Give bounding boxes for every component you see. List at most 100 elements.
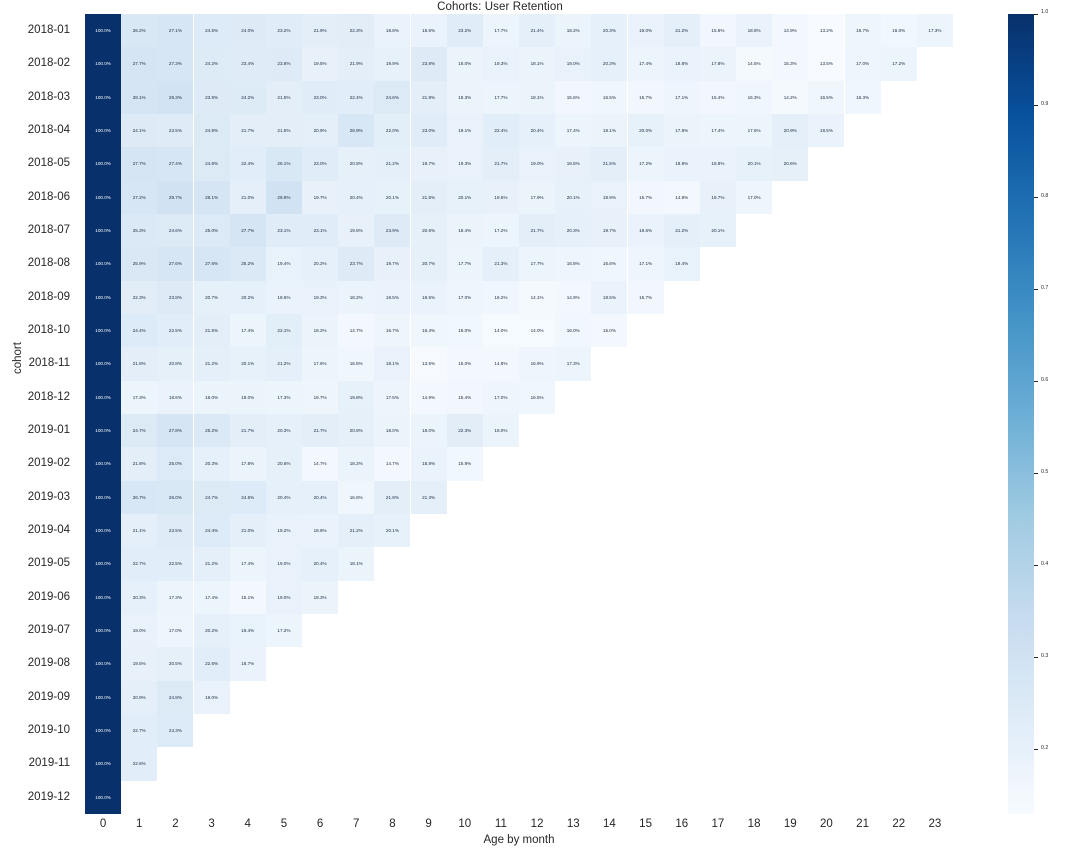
heatmap-cell: 19.3% (302, 280, 339, 314)
heatmap-cell: 17.7% (446, 247, 483, 281)
heatmap-cell: 15.4% (446, 380, 483, 414)
heatmap-cell: 19.9% (374, 47, 411, 81)
heatmap-cell (808, 414, 845, 448)
heatmap-cell (591, 447, 628, 481)
y-tick-label: 2018-08 (27, 257, 70, 270)
heatmap-cell: 17.8% (229, 447, 266, 481)
y-tick-label: 2019-08 (27, 657, 70, 670)
heatmap-cell: 17.6% (302, 347, 339, 381)
y-tick-label: 2018-12 (27, 390, 70, 403)
heatmap-cell: 18.6% (157, 380, 194, 414)
heatmap-cell: 19.0% (519, 147, 556, 181)
heatmap-cell: 22.6% (193, 647, 230, 681)
heatmap-cell: 22.1% (265, 314, 302, 348)
heatmap-cell (627, 314, 664, 348)
heatmap-cell: 21.7% (302, 414, 339, 448)
heatmap-cell: 17.4% (555, 114, 592, 148)
heatmap-cell (555, 547, 592, 581)
heatmap-cell: 20.7% (410, 247, 447, 281)
heatmap-cell: 22.6% (121, 747, 158, 781)
heatmap-cell (844, 114, 881, 148)
heatmap-cell: 23.7% (338, 247, 375, 281)
heatmap-cell (880, 314, 917, 348)
heatmap-cell (374, 580, 411, 614)
heatmap-cell (410, 780, 447, 814)
x-tick-label: 23 (928, 818, 942, 830)
heatmap-cell (193, 747, 230, 781)
heatmap-cell: 25.9% (121, 247, 158, 281)
heatmap-cell: 21.2% (193, 347, 230, 381)
heatmap-cell: 21.2% (193, 547, 230, 581)
heatmap-cell (627, 347, 664, 381)
y-tick-label: 2019-05 (27, 557, 70, 570)
heatmap-cell (519, 780, 556, 814)
heatmap-cell: 19.4% (663, 247, 700, 281)
heatmap-cell: 16.7% (374, 314, 411, 348)
heatmap-cell: 27.6% (157, 247, 194, 281)
heatmap-cell: 18.1% (591, 114, 628, 148)
heatmap-cell: 18.0% (374, 414, 411, 448)
heatmap-cell (446, 480, 483, 514)
heatmap-cell: 22.7% (121, 547, 158, 581)
heatmap-cell: 16.7% (844, 14, 881, 48)
heatmap-cell (663, 380, 700, 414)
y-tick-label: 2018-04 (27, 124, 70, 136)
heatmap-cell: 17.2% (627, 147, 664, 181)
heatmap-cell: 18.6% (265, 280, 302, 314)
heatmap-cell: 15.9% (446, 447, 483, 481)
heatmap-cell: 17.7% (482, 80, 519, 114)
heatmap-cell: 20.3% (591, 14, 628, 48)
heatmap-cell (591, 547, 628, 581)
heatmap-cell: 29.3% (157, 80, 194, 114)
heatmap-cell: 20.2% (193, 614, 230, 648)
heatmap-cell: 24.2% (229, 80, 266, 114)
heatmap-cell (699, 680, 736, 714)
heatmap-cell: 22.3% (338, 14, 375, 48)
heatmap-cell: 17.2% (265, 614, 302, 648)
heatmap-cell (663, 347, 700, 381)
heatmap-cell (844, 514, 881, 548)
heatmap-cell (844, 647, 881, 681)
heatmap-cell: 22.5% (157, 314, 194, 348)
heatmap-cell: 25.2% (193, 414, 230, 448)
heatmap-cell: 20.1% (699, 214, 736, 248)
heatmap-cell: 18.8% (736, 14, 773, 48)
heatmap-cell: 14.9% (555, 280, 592, 314)
heatmap-cell (446, 647, 483, 681)
x-tick-label: 7 (353, 818, 360, 830)
heatmap-cell: 17.4% (229, 314, 266, 348)
heatmap-cell (591, 714, 628, 748)
heatmap-cell (663, 280, 700, 314)
heatmap-cell (916, 447, 953, 481)
heatmap-cell: 23.2% (446, 14, 483, 48)
heatmap-cell (808, 647, 845, 681)
heatmap-cell: 17.5% (374, 380, 411, 414)
heatmap-cell: 27.6% (193, 247, 230, 281)
heatmap-row: 100.0% 25.9% 27.6% 27.6% 25.2% 19.4% 20.2% 23.7… (85, 247, 953, 281)
y-tick-label: 2019-11 (28, 757, 70, 770)
heatmap-cell (736, 314, 773, 348)
heatmap-cell: 21.7% (519, 214, 556, 248)
heatmap-cell (519, 547, 556, 581)
heatmap-cell (880, 247, 917, 281)
heatmap-cell: 100.0% (85, 114, 122, 148)
heatmap-cell: 16.5% (808, 80, 845, 114)
heatmap-row: 100.0% 24.1% 23.5% 24.8% 21.7% 21.5% 20.9% 26.9… (85, 114, 953, 148)
heatmap-cell (880, 447, 917, 481)
heatmap-cell (338, 780, 375, 814)
y-tick-label: 2019-07 (27, 624, 70, 636)
heatmap-cell: 17.4% (627, 47, 664, 81)
colorbar-tick-mark (1034, 197, 1038, 199)
heatmap-cell: 14.9% (772, 14, 809, 48)
heatmap-cell: 17.9% (519, 180, 556, 214)
heatmap-cell (410, 614, 447, 648)
heatmap-cell (338, 714, 375, 748)
heatmap-cell: 100.0% (85, 480, 122, 514)
heatmap-cell (736, 447, 773, 481)
heatmap-cell (555, 780, 592, 814)
heatmap-cell (844, 414, 881, 448)
heatmap-cell: 21.0% (229, 514, 266, 548)
heatmap-cell (627, 614, 664, 648)
heatmap-cell (338, 747, 375, 781)
heatmap-cell: 18.2% (302, 314, 339, 348)
